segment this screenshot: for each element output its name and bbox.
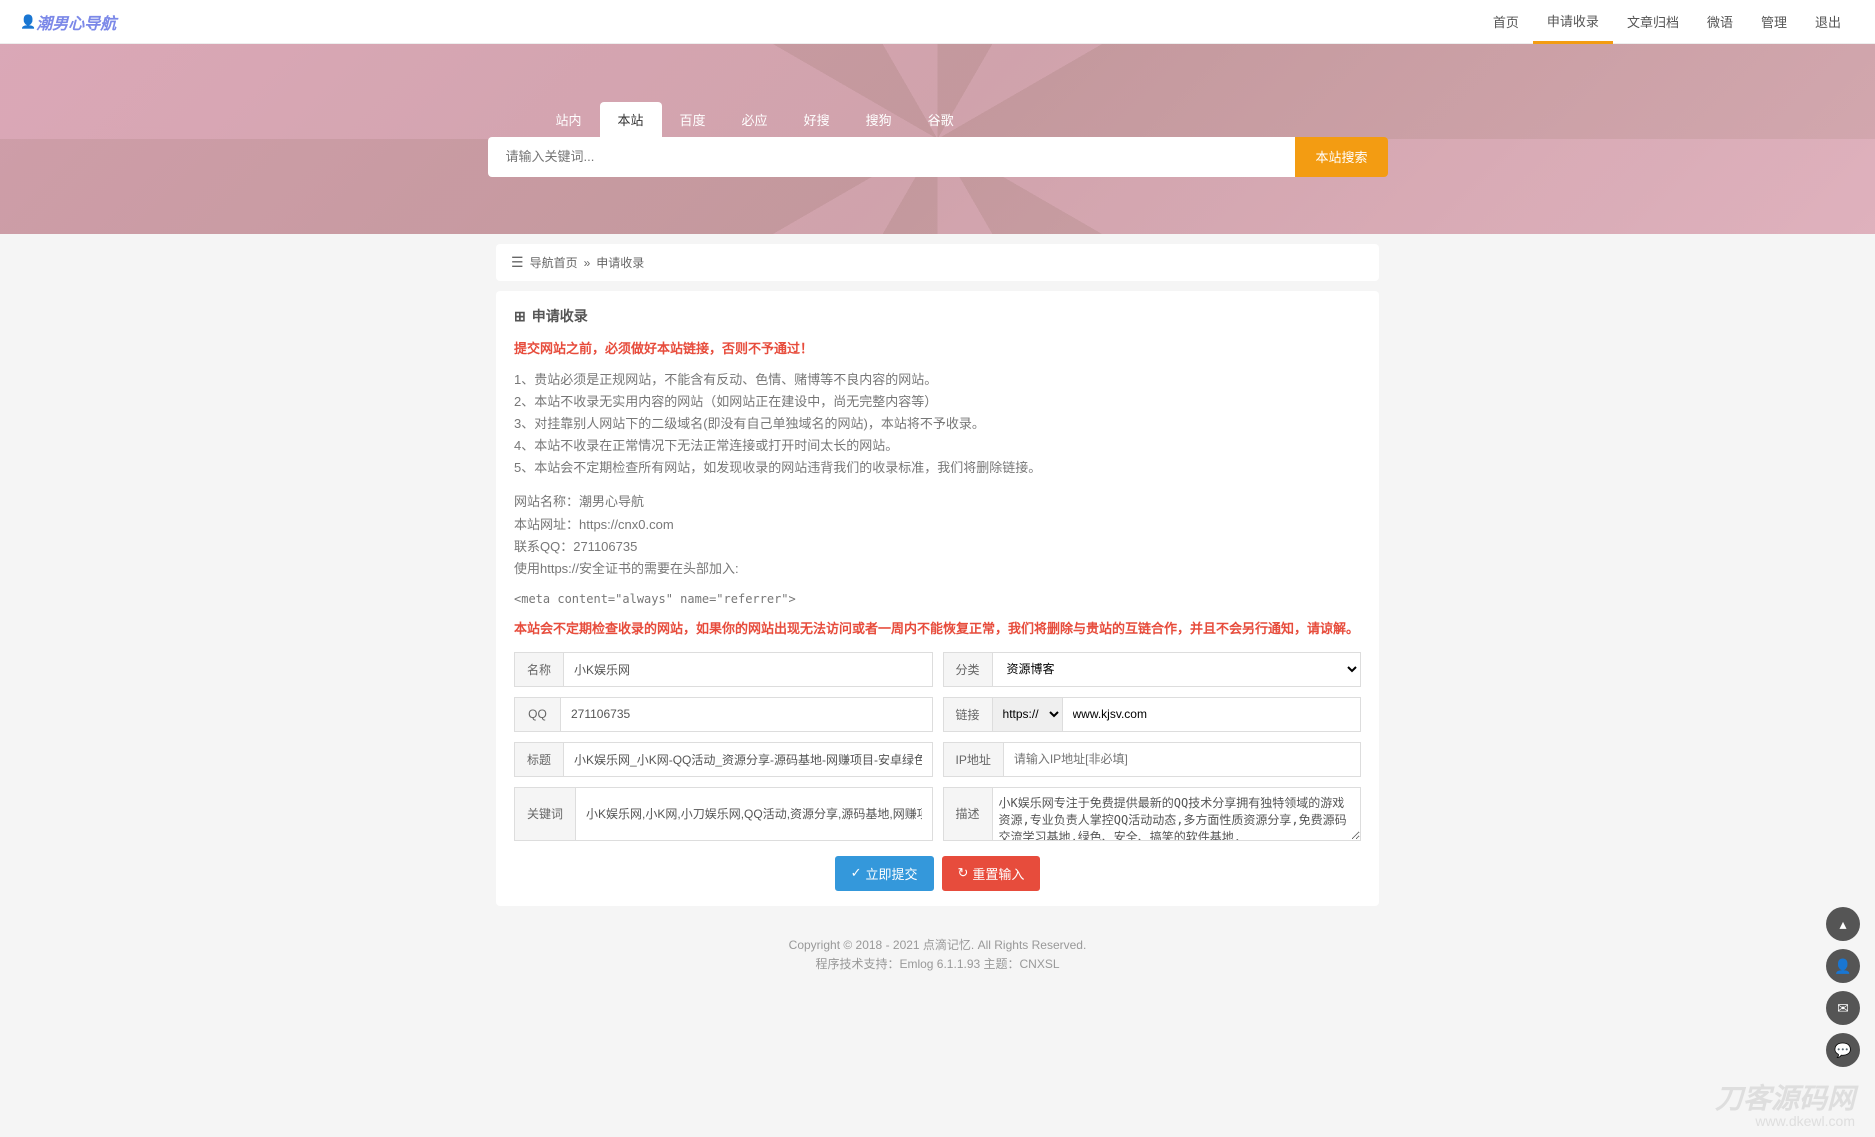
nav-home[interactable]: 首页 [1479,0,1533,44]
site-info: 网站名称：潮男心导航 本站网址：https://cnx0.com 联系QQ：27… [514,491,1361,579]
main-nav: 首页 申请收录 文章归档 微语 管理 退出 [1479,0,1855,44]
logo-icon: 👤 [20,14,36,30]
input-url[interactable] [1062,697,1361,732]
nav-micro[interactable]: 微语 [1693,0,1747,44]
search-tab-sogou[interactable]: 搜狗 [848,102,910,137]
scroll-top-button[interactable]: ▴ [1826,907,1860,941]
search-tab-baidu[interactable]: 百度 [662,102,724,137]
hero-banner: 站内 本站 百度 必应 好搜 搜狗 谷歌 本站搜索 [0,44,1875,234]
float-actions: ▴ 👤 ✉ 💬 [1826,907,1860,1067]
mail-button[interactable]: ✉ [1826,991,1860,1025]
breadcrumb: ☰ 导航首页 » 申请收录 [496,244,1379,281]
select-protocol[interactable]: https:// [992,697,1062,732]
search-tabs: 站内 本站 百度 必应 好搜 搜狗 谷歌 [538,102,1388,137]
nav-admin[interactable]: 管理 [1747,0,1801,44]
warning-1: 提交网站之前，必须做好本站链接，否则不予通过！ [514,338,1361,357]
reset-button[interactable]: ↻ 重置输入 [942,856,1041,891]
submit-form: 名称 分类 资源博客 QQ 链接 https:// [514,652,1361,841]
plus-icon: ⊞ [514,308,526,325]
label-keywords: 关键词 [514,787,575,841]
search-tab-google[interactable]: 谷歌 [910,102,972,137]
label-name: 名称 [514,652,563,687]
label-qq: QQ [514,697,560,732]
nav-logout[interactable]: 退出 [1801,0,1855,44]
search-tab-internal[interactable]: 站内 [538,102,600,137]
input-keywords[interactable] [575,787,932,841]
check-icon: ✓ [851,865,862,881]
site-footer: Copyright © 2018 - 2021 点滴记忆. All Rights… [496,916,1379,994]
site-logo[interactable]: 👤 潮男心导航 [20,10,116,34]
wechat-button[interactable]: 💬 [1826,1033,1860,1067]
breadcrumb-sep: » [584,256,591,270]
meta-code: <meta content="always" name="referrer"> [514,592,1361,606]
input-title[interactable] [563,742,932,777]
user-button[interactable]: 👤 [1826,949,1860,983]
refresh-icon: ↻ [958,865,969,881]
panel-title: ⊞ 申请收录 [514,306,1361,326]
breadcrumb-home[interactable]: 导航首页 [530,254,578,271]
select-category[interactable]: 资源博客 [992,652,1361,687]
warning-2: 本站会不定期检查收录的网站，如果你的网站出现无法访问或者一周内不能恢复正常，我们… [514,618,1361,637]
label-ip: IP地址 [943,742,1003,777]
search-tab-haosou[interactable]: 好搜 [786,102,848,137]
search-button[interactable]: 本站搜索 [1295,137,1387,177]
textarea-desc[interactable] [992,787,1361,841]
search-tab-site[interactable]: 本站 [600,102,662,137]
label-title: 标题 [514,742,563,777]
label-desc: 描述 [943,787,992,841]
nav-apply[interactable]: 申请收录 [1533,0,1613,44]
rules-list: 1、贵站必须是正规网站，不能含有反动、色情、赌博等不良内容的网站。 2、本站不收… [514,369,1361,479]
watermark: 刀客源码网 [1715,1077,1855,1117]
breadcrumb-current: 申请收录 [596,254,644,271]
menu-icon: ☰ [511,254,524,271]
input-name[interactable] [563,652,932,687]
submit-button[interactable]: ✓ 立即提交 [835,856,934,891]
watermark-sub: www.dkewl.com [1755,1113,1855,1129]
nav-archive[interactable]: 文章归档 [1613,0,1693,44]
search-tab-bing[interactable]: 必应 [724,102,786,137]
apply-panel: ⊞ 申请收录 提交网站之前，必须做好本站链接，否则不予通过！ 1、贵站必须是正规… [496,291,1379,906]
input-qq[interactable] [560,697,933,732]
search-input[interactable] [488,137,1296,177]
label-category: 分类 [943,652,992,687]
label-link: 链接 [943,697,992,732]
logo-text: 潮男心导航 [36,10,116,34]
input-ip[interactable] [1003,742,1361,777]
